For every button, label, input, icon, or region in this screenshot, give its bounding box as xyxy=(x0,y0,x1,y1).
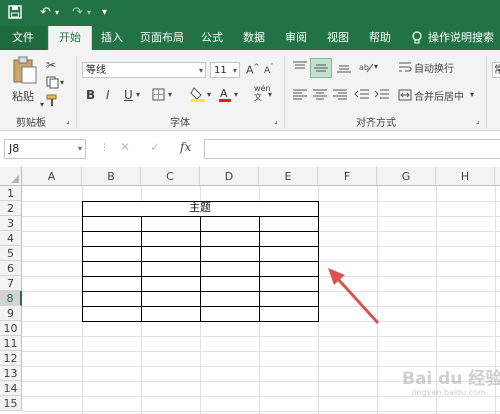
enter-icon[interactable]: ✓ xyxy=(150,140,160,154)
cancel-icon[interactable]: ✕ xyxy=(120,140,130,154)
font-group-label: 字体 xyxy=(170,118,190,129)
align-center-icon[interactable] xyxy=(312,88,328,103)
alignment-launcher-icon[interactable]: ⌟ xyxy=(476,116,480,125)
align-top-icon[interactable] xyxy=(292,60,308,77)
format-painter-icon[interactable] xyxy=(46,94,59,110)
tab-file[interactable]: 文件 xyxy=(0,26,46,50)
align-middle-icon[interactable] xyxy=(310,58,332,78)
tab-home[interactable]: 开始 xyxy=(48,26,92,52)
underline-button[interactable]: U xyxy=(124,88,133,102)
chevron-down-icon: ▾ xyxy=(77,144,82,153)
font-color-icon[interactable]: A xyxy=(218,86,232,105)
tab-view[interactable]: 视图 xyxy=(320,26,356,50)
increase-font-icon[interactable]: A^ xyxy=(246,63,259,77)
chevron-down-icon: ▾ xyxy=(232,66,237,75)
copy-dropdown-icon[interactable]: ▾ xyxy=(60,78,64,87)
save-icon[interactable] xyxy=(8,5,22,24)
copy-icon[interactable] xyxy=(46,76,59,92)
align-right-icon[interactable] xyxy=(332,88,348,103)
insert-function-button[interactable]: fx xyxy=(180,140,191,154)
ribbon-tabs: 文件 开始 插入 页面布局 公式 数据 审阅 视图 帮助 操作说明搜索 xyxy=(0,26,500,52)
increase-indent-icon[interactable] xyxy=(374,88,390,103)
watermark: Bai du 经验 jingyan.baidu.com xyxy=(402,364,500,410)
fill-color-dropdown-icon[interactable]: ▾ xyxy=(207,90,211,99)
cut-icon[interactable]: ✂ xyxy=(46,58,56,72)
ribbon: 粘贴 ▾ ✂ ▾ 剪贴板 ⌟ 等线 ▾ 11 ▾ A^ Aˇ B I U ▾ ▾… xyxy=(0,50,500,131)
quick-access-toolbar: ↶ ▾ ↷ ▾ ▾ xyxy=(0,0,500,26)
group-separator xyxy=(76,56,77,128)
fill-color-icon[interactable] xyxy=(190,86,206,105)
redo-dropdown-icon[interactable]: ▾ xyxy=(87,5,91,21)
table-title: 主题 xyxy=(189,201,211,214)
merge-center-button[interactable]: 合并后居中 xyxy=(414,88,464,103)
orientation-dropdown-icon[interactable]: ▾ xyxy=(374,62,378,71)
font-name-combo[interactable]: 等线 ▾ xyxy=(82,62,206,78)
paste-dropdown-icon[interactable]: ▾ xyxy=(40,100,44,109)
decrease-indent-icon[interactable] xyxy=(354,88,370,103)
customize-toolbar-icon[interactable]: ▾ xyxy=(102,5,107,21)
font-size-value: 11 xyxy=(214,65,227,76)
orientation-icon[interactable]: ab xyxy=(358,60,374,77)
font-size-combo[interactable]: 11 ▾ xyxy=(210,62,240,78)
group-separator xyxy=(284,56,285,128)
group-separator xyxy=(486,56,487,128)
font-name-value: 等线 xyxy=(86,65,106,76)
clipboard-group-label: 剪贴板 xyxy=(16,118,46,129)
lightbulb-icon xyxy=(410,26,424,50)
merge-center-icon[interactable] xyxy=(398,88,412,105)
number-format-value: 常 xyxy=(494,65,500,76)
phonetic-dropdown-icon[interactable]: ▾ xyxy=(268,90,272,99)
name-box-value: J8 xyxy=(9,142,20,155)
watermark-text: Bai du 经验 xyxy=(402,369,500,389)
svg-text:A: A xyxy=(220,87,228,100)
tell-me-search[interactable]: 操作说明搜索 xyxy=(428,26,500,50)
undo-dropdown-icon[interactable]: ▾ xyxy=(55,5,59,21)
formula-input[interactable] xyxy=(204,139,500,159)
italic-button[interactable]: I xyxy=(106,88,110,102)
arrow-shaft xyxy=(336,277,380,325)
font-color-dropdown-icon[interactable]: ▾ xyxy=(234,90,238,99)
align-left-icon[interactable] xyxy=(292,88,308,103)
underline-dropdown-icon[interactable]: ▾ xyxy=(136,90,140,99)
align-bottom-icon[interactable] xyxy=(336,60,352,77)
tab-insert[interactable]: 插入 xyxy=(94,26,130,50)
paste-label[interactable]: 粘贴 xyxy=(12,88,34,104)
alignment-group-label: 对齐方式 xyxy=(356,118,396,129)
more-options-icon: ⋮ xyxy=(100,143,109,153)
undo-icon[interactable]: ↶ xyxy=(40,5,51,21)
tab-help[interactable]: 帮助 xyxy=(362,26,398,50)
bold-button[interactable]: B xyxy=(86,88,95,102)
font-launcher-icon[interactable]: ⌟ xyxy=(274,116,278,125)
tab-review[interactable]: 审阅 xyxy=(278,26,314,50)
tab-data[interactable]: 数据 xyxy=(236,26,272,50)
tab-formulas[interactable]: 公式 xyxy=(194,26,230,50)
tab-page-layout[interactable]: 页面布局 xyxy=(134,26,190,50)
name-box[interactable]: J8 ▾ xyxy=(4,139,86,159)
decrease-font-icon[interactable]: Aˇ xyxy=(264,63,274,76)
borders-dropdown-icon[interactable]: ▾ xyxy=(168,90,172,99)
redo-icon[interactable]: ↷ xyxy=(72,5,83,21)
chevron-down-icon: ▾ xyxy=(198,66,203,75)
wrap-text-icon[interactable] xyxy=(398,60,412,77)
watermark-url: jingyan.baidu.com xyxy=(412,388,486,397)
wrap-text-button[interactable]: 自动换行 xyxy=(414,60,454,75)
formula-bar: J8 ▾ ⋮ ✕ ✓ fx xyxy=(0,131,500,167)
paste-icon[interactable] xyxy=(12,56,38,89)
merge-dropdown-icon[interactable]: ▾ xyxy=(470,90,474,99)
clipboard-launcher-icon[interactable]: ⌟ xyxy=(66,116,70,125)
number-format-combo[interactable]: 常 xyxy=(492,62,500,78)
borders-icon[interactable] xyxy=(152,88,165,104)
